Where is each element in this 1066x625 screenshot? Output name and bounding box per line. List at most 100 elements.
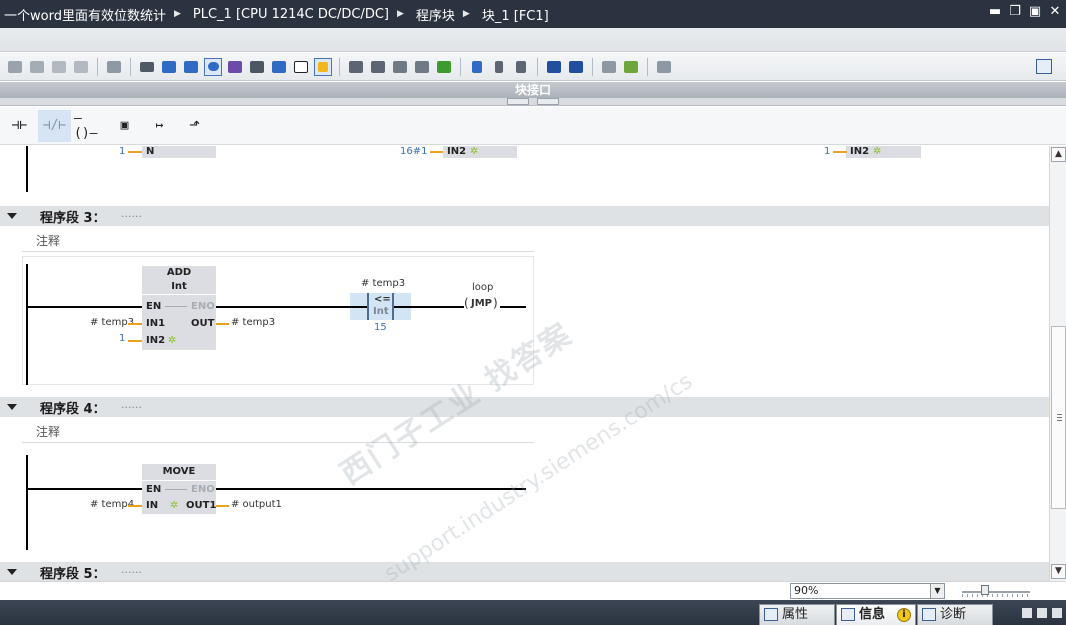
- network-overview-icon[interactable]: [160, 58, 178, 76]
- add-box-type[interactable]: Int: [142, 280, 216, 293]
- collapse-icon[interactable]: [7, 404, 17, 410]
- out-operand[interactable]: # output1: [231, 499, 282, 510]
- network-comment[interactable]: 注释: [22, 230, 534, 252]
- editor-toolbar: [0, 53, 1066, 81]
- tab-label: 信息: [859, 607, 886, 622]
- rung-wire: [28, 306, 142, 308]
- zoom-value: 90%: [794, 584, 819, 597]
- en-eno-line: [165, 306, 187, 307]
- scroll-up-icon[interactable]: ▲: [1051, 147, 1066, 162]
- toolbar-divider: [97, 57, 98, 76]
- restore-icon[interactable]: ❐: [1008, 4, 1022, 20]
- normally-closed-contact-icon[interactable]: ⊣/⊢: [38, 109, 71, 142]
- compare-icon[interactable]: [391, 58, 409, 76]
- open-branch-icon[interactable]: ↦: [143, 110, 176, 142]
- in2-operand[interactable]: 16#1: [400, 146, 427, 157]
- zoom-select[interactable]: 90% ▼: [790, 583, 945, 599]
- jump-coil[interactable]: JMP: [471, 298, 492, 309]
- play-icon[interactable]: [622, 58, 640, 76]
- tag-info-2-icon[interactable]: [248, 58, 266, 76]
- jump-label[interactable]: loop: [472, 282, 493, 293]
- splitter-grip-left[interactable]: [507, 98, 529, 105]
- in2-operand[interactable]: 1: [824, 146, 830, 157]
- box-divider: [142, 294, 216, 295]
- zoom-slider[interactable]: [962, 585, 1032, 597]
- insert-row-icon[interactable]: [50, 58, 68, 76]
- in2-operand[interactable]: 1: [119, 333, 125, 344]
- absolute-operands-icon[interactable]: [105, 58, 123, 76]
- scroll-thumb[interactable]: [1051, 326, 1066, 509]
- expand-panel-icon[interactable]: [1052, 608, 1062, 618]
- highlight-icon[interactable]: [314, 57, 332, 76]
- compare-2-icon[interactable]: [413, 58, 431, 76]
- breadcrumb-arrow-icon: ▶: [462, 9, 470, 19]
- out-operand[interactable]: # temp3: [231, 317, 275, 328]
- close-branch-icon[interactable]: ⬏: [178, 110, 211, 142]
- tab-properties[interactable]: 属性: [759, 604, 835, 625]
- network-title-placeholder[interactable]: ......: [121, 563, 142, 576]
- slider-track: [962, 591, 1030, 593]
- block-interface-bar[interactable]: 块接口: [0, 82, 1066, 98]
- normally-open-contact-icon[interactable]: ⊣⊢: [3, 110, 36, 142]
- breadcrumb-project[interactable]: 一个word里面有效位数统计: [0, 5, 166, 24]
- breadcrumb-plc[interactable]: PLC_1 [CPU 1214C DC/DC/DC]: [189, 7, 389, 22]
- pin-in1: IN1: [146, 318, 166, 329]
- collapse-icon[interactable]: [7, 569, 17, 575]
- n-operand[interactable]: 1: [119, 146, 125, 157]
- slider-knob[interactable]: [981, 585, 989, 595]
- minimize-icon[interactable]: ▬: [988, 4, 1002, 20]
- tab-info[interactable]: 信息 i: [836, 604, 916, 625]
- network-4-header[interactable]: 程序段 4： ......: [0, 397, 1049, 417]
- chevron-down-icon[interactable]: ▼: [930, 584, 944, 598]
- network-title-placeholder[interactable]: ......: [121, 207, 142, 220]
- maximize-icon[interactable]: ▣: [1028, 4, 1042, 20]
- layout-icon[interactable]: [1036, 59, 1052, 74]
- compare-operand[interactable]: # temp3: [361, 278, 405, 289]
- step-icon[interactable]: [490, 58, 508, 76]
- network-title-placeholder[interactable]: ......: [121, 398, 142, 411]
- call-icon[interactable]: [468, 58, 486, 76]
- snapshot-icon[interactable]: [600, 58, 618, 76]
- favorites-icon[interactable]: [138, 58, 156, 76]
- add-row-icon[interactable]: [72, 58, 90, 76]
- empty-box-icon[interactable]: ▣: [108, 110, 141, 142]
- tag-info-icon[interactable]: [226, 58, 244, 76]
- go-to-2-icon[interactable]: [369, 58, 387, 76]
- split-panel-icon[interactable]: [1037, 608, 1047, 618]
- go-to-icon[interactable]: [347, 58, 365, 76]
- insert-network-icon[interactable]: [6, 58, 24, 76]
- compile-icon[interactable]: [435, 58, 453, 76]
- coil-icon[interactable]: –()–: [73, 110, 106, 142]
- box-divider: [142, 480, 216, 481]
- monitor-icon[interactable]: [545, 58, 563, 76]
- tag-info-3-icon[interactable]: [270, 58, 288, 76]
- interface-splitter[interactable]: [0, 98, 1066, 106]
- network-5-header[interactable]: 程序段 5： ......: [0, 562, 1049, 581]
- database-icon[interactable]: [655, 58, 673, 76]
- step-2-icon[interactable]: [512, 58, 530, 76]
- breadcrumb-block[interactable]: 块_1 [FC1]: [478, 5, 549, 24]
- tab-diagnostics[interactable]: 诊断: [917, 604, 993, 625]
- breadcrumb-program-blocks[interactable]: 程序块: [412, 5, 455, 24]
- float-panel-icon[interactable]: [1022, 608, 1032, 618]
- collapse-icon[interactable]: [7, 213, 17, 219]
- lad-editor[interactable]: 1 N 16#1 IN2 ✲ 1 IN2 ✲ 程序段 3： ...... 注释 …: [0, 146, 1049, 581]
- delete-network-icon[interactable]: [28, 58, 46, 76]
- add-box-title: ADD: [166, 267, 192, 278]
- comments-toggle-icon[interactable]: [204, 57, 222, 76]
- network-3-header[interactable]: 程序段 3： ......: [0, 206, 1049, 226]
- scroll-down-icon[interactable]: ▼: [1051, 564, 1066, 579]
- compare-type[interactable]: Int: [373, 306, 389, 317]
- pin-wire: [128, 340, 142, 342]
- list-view-icon[interactable]: [292, 58, 310, 76]
- editor-scrollbar[interactable]: ▲ ▼: [1049, 146, 1066, 581]
- compare-value[interactable]: 15: [374, 322, 387, 333]
- close-icon[interactable]: ✕: [1048, 4, 1062, 20]
- network-comments-icon[interactable]: [182, 58, 200, 76]
- pin-wire: [128, 505, 142, 507]
- diagnostics-icon: [922, 608, 936, 621]
- pin-wire: [216, 323, 229, 325]
- monitor-2-icon[interactable]: [567, 58, 585, 76]
- tia-portal-editor: 一个word里面有效位数统计 ▶ PLC_1 [CPU 1214C DC/DC/…: [0, 0, 1066, 625]
- splitter-grip-right[interactable]: [537, 98, 559, 105]
